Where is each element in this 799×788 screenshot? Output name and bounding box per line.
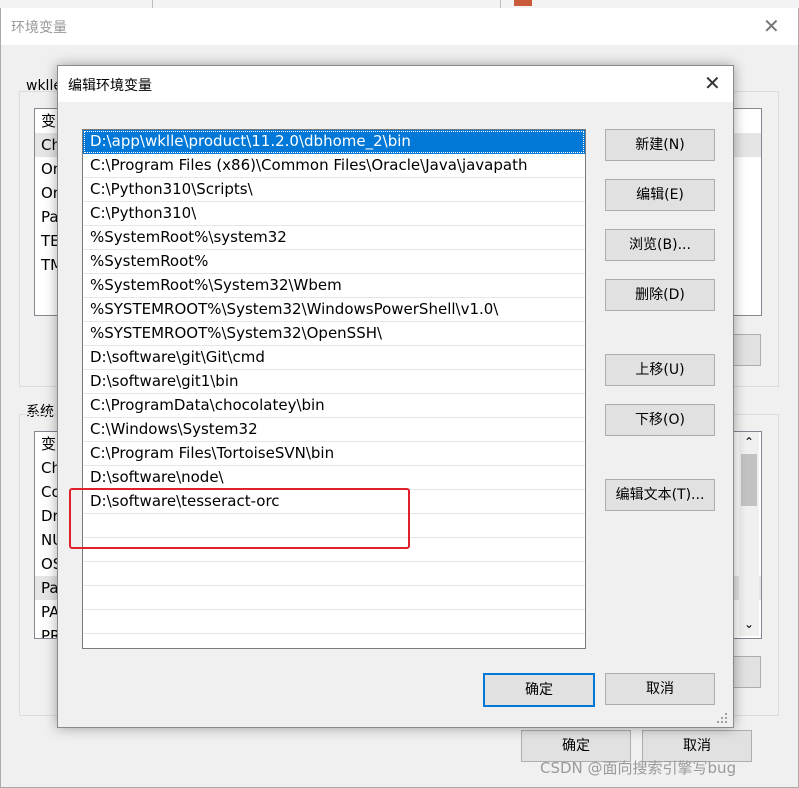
path-row[interactable] [83, 610, 585, 634]
dialog-title: 编辑环境变量 [68, 78, 152, 94]
path-row[interactable]: C:\Program Files\TortoiseSVN\bin [83, 442, 585, 466]
browse-button[interactable]: 浏览(B)... [605, 229, 715, 261]
resize-grip-icon[interactable] [716, 712, 728, 724]
path-row[interactable] [83, 562, 585, 586]
system-list-scrollbar[interactable]: ⌃ ⌄ [739, 432, 759, 636]
path-row[interactable]: C:\Program Files (x86)\Common Files\Orac… [83, 154, 585, 178]
path-list[interactable]: D:\app\wklle\product\11.2.0\dbhome_2\bin… [82, 129, 586, 649]
path-row[interactable]: D:\app\wklle\product\11.2.0\dbhome_2\bin [83, 130, 585, 154]
path-row[interactable]: %SystemRoot% [83, 250, 585, 274]
scroll-thumb[interactable] [741, 454, 757, 506]
env-window-title: 环境变量 [11, 20, 67, 36]
dialog-ok-button[interactable]: 确定 [483, 673, 595, 707]
edit-text-button[interactable]: 编辑文本(T)... [605, 479, 715, 511]
csdn-watermark: CSDN @面向搜索引擎写bug [540, 759, 737, 777]
annotation-highlight-box [69, 488, 410, 549]
tab-indicator [514, 0, 532, 6]
move-down-button[interactable]: 下移(O) [605, 404, 715, 436]
path-row[interactable] [83, 586, 585, 610]
dialog-close-icon[interactable]: ✕ [704, 71, 721, 95]
dialog-titlebar: 编辑环境变量 ✕ [58, 66, 733, 102]
env-window-titlebar: 环境变量 ✕ [1, 8, 798, 45]
edit-button[interactable]: 编辑(E) [605, 179, 715, 211]
path-row[interactable]: %SYSTEMROOT%\System32\WindowsPowerShell\… [83, 298, 585, 322]
edit-env-variable-dialog: 编辑环境变量 ✕ D:\app\wklle\product\11.2.0\dbh… [57, 65, 734, 728]
path-row[interactable]: %SystemRoot%\System32\Wbem [83, 274, 585, 298]
path-row[interactable]: C:\ProgramData\chocolatey\bin [83, 394, 585, 418]
scroll-down-icon[interactable]: ⌄ [741, 616, 757, 632]
dialog-cancel-button[interactable]: 取消 [605, 673, 715, 705]
path-row[interactable]: C:\Python310\ [83, 202, 585, 226]
path-row[interactable]: C:\Windows\System32 [83, 418, 585, 442]
env-window-close-icon[interactable]: ✕ [763, 14, 780, 38]
scroll-up-icon[interactable]: ⌃ [741, 434, 757, 450]
path-row[interactable]: %SYSTEMROOT%\System32\OpenSSH\ [83, 322, 585, 346]
path-row[interactable]: D:\software\node\ [83, 466, 585, 490]
move-up-button[interactable]: 上移(U) [605, 354, 715, 386]
path-row[interactable]: D:\software\git\Git\cmd [83, 346, 585, 370]
new-button[interactable]: 新建(N) [605, 129, 715, 161]
path-row[interactable]: C:\Python310\Scripts\ [83, 178, 585, 202]
path-row[interactable]: %SystemRoot%\system32 [83, 226, 585, 250]
delete-button[interactable]: 删除(D) [605, 279, 715, 311]
path-row[interactable]: D:\software\git1\bin [83, 370, 585, 394]
